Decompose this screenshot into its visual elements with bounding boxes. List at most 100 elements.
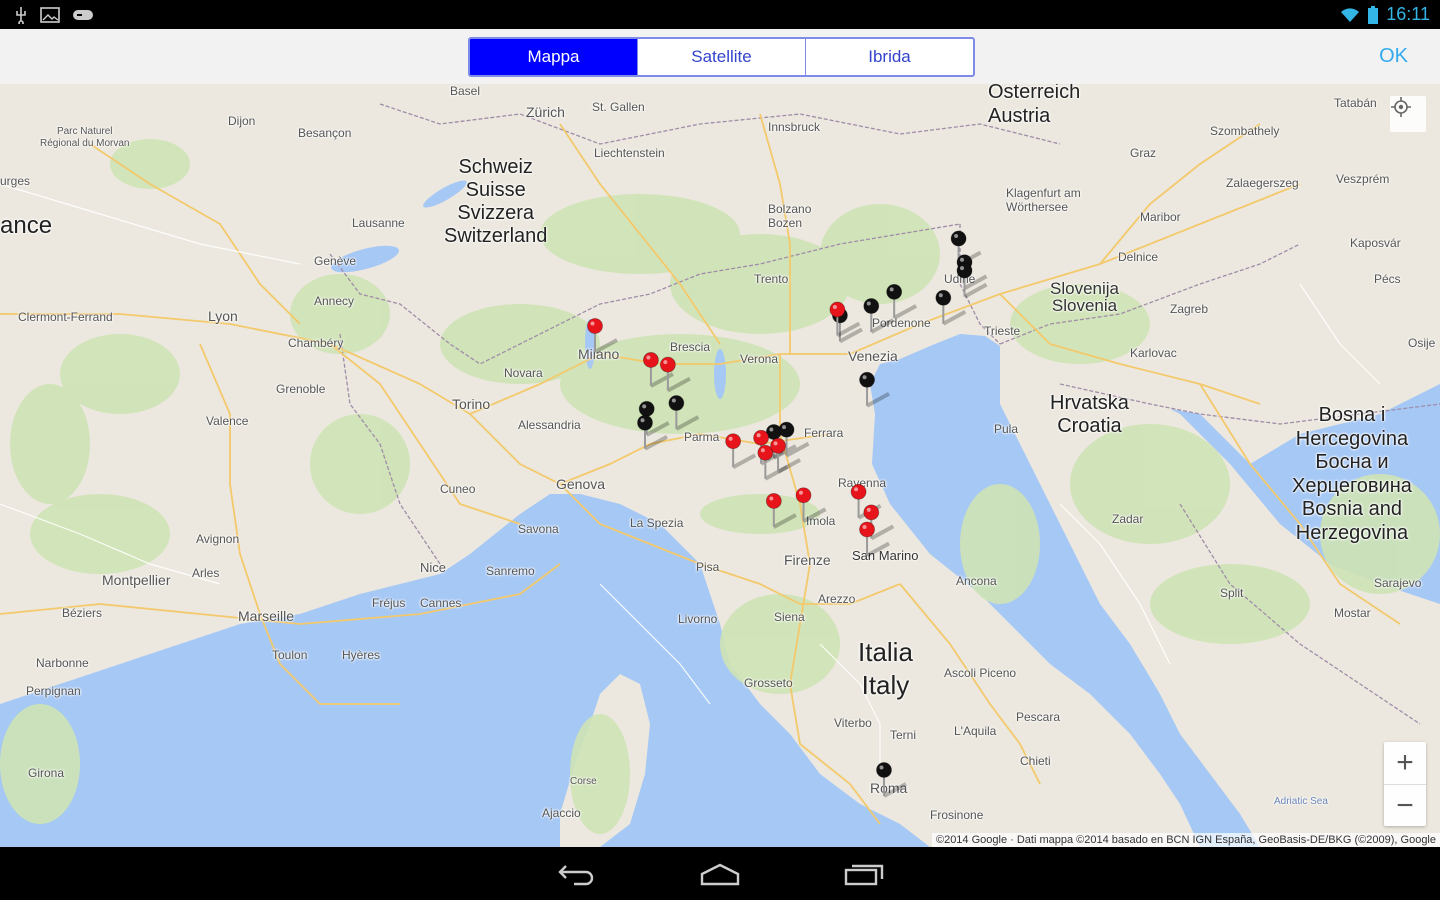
back-button[interactable] (546, 857, 606, 891)
red-pin-10-head (863, 504, 880, 521)
usb-icon (16, 7, 26, 24)
red-pin-3-highlight (728, 436, 733, 441)
red-pin-0[interactable] (587, 318, 618, 354)
red-pin-8-highlight (798, 490, 803, 495)
status-bar: 16:11 (0, 0, 1440, 29)
black-pin-9[interactable] (668, 395, 700, 431)
red-pin-8-shadow (802, 507, 827, 523)
ok-button[interactable]: OK (1379, 45, 1408, 68)
red-pin-8[interactable] (795, 487, 827, 523)
pins-layer (587, 230, 988, 798)
black-pin-4-head (886, 283, 903, 300)
red-pin-6-highlight (773, 441, 778, 446)
red-pin-9-head (850, 483, 867, 500)
back-icon (558, 865, 594, 886)
map-type-toolbar: Mappa Satellite Ibrida OK (0, 29, 1440, 85)
zoom-in-button[interactable]: + (1384, 742, 1426, 785)
black-pin-7[interactable] (859, 371, 891, 408)
red-pin-11-highlight (862, 524, 867, 529)
black-pin-4[interactable] (886, 283, 918, 320)
black-pin-13-head (876, 762, 892, 778)
black-pin-4-highlight (889, 287, 894, 292)
black-pin-3-highlight (938, 293, 943, 298)
red-pin-12-highlight (832, 305, 837, 310)
red-pin-3-shadow (732, 453, 757, 469)
zoom-out-button[interactable]: − (1384, 785, 1426, 827)
black-pin-0-head (950, 230, 967, 247)
wifi-icon (1341, 7, 1360, 22)
map-attribution: ©2014 Google · Dati mappa ©2014 basado e… (931, 833, 1440, 847)
black-pin-10-highlight (640, 418, 645, 423)
red-pin-7[interactable] (765, 493, 797, 529)
black-pin-12-head (778, 421, 795, 438)
red-pin-7-shadow (772, 513, 797, 529)
red-pin-2[interactable] (659, 356, 691, 393)
black-pin-4-shadow (893, 304, 918, 320)
red-pin-1-highlight (646, 355, 651, 360)
my-location-button[interactable] (1390, 96, 1426, 132)
status-icons-left (14, 6, 94, 24)
red-pin-1-head (643, 352, 659, 368)
black-pin-11-highlight (769, 427, 774, 432)
black-pin-13[interactable] (876, 762, 907, 798)
black-pin-13-highlight (879, 765, 884, 770)
tab-mappa[interactable]: Mappa (470, 39, 638, 75)
black-pin-1-highlight (960, 257, 965, 262)
red-pin-4-highlight (756, 433, 761, 438)
clock: 16:11 (1386, 4, 1430, 24)
red-pin-1-shadow (649, 372, 674, 388)
black-pin-10-shadow (644, 434, 668, 451)
battery-icon (1368, 5, 1379, 24)
navigation-bar (0, 847, 1440, 900)
red-pin-11-shadow (866, 541, 891, 558)
black-pin-9-shadow (675, 415, 700, 431)
black-pin-9-highlight (671, 398, 676, 403)
black-pin-5-head (863, 298, 880, 314)
black-pin-7-head (859, 371, 875, 388)
black-pin-8-highlight (642, 404, 647, 409)
black-pin-8-head (638, 400, 655, 417)
red-pin-6-head (770, 437, 786, 454)
red-pin-3[interactable] (725, 433, 757, 469)
red-pin-10-highlight (866, 507, 871, 512)
red-pin-0-shadow (594, 338, 618, 354)
black-pin-2-head (956, 262, 973, 279)
gamepad-icon (73, 10, 93, 20)
black-pin-5-shadow (870, 318, 895, 334)
red-pin-2-highlight (663, 360, 668, 365)
tab-satellite[interactable]: Satellite (638, 39, 806, 75)
status-icons-right: 16:11 (1340, 4, 1430, 25)
zoom-controls: + − (1384, 742, 1426, 826)
red-pin-0-head (587, 318, 603, 334)
black-pin-7-highlight (862, 375, 867, 380)
crosshair-icon (1391, 97, 1411, 117)
black-pin-5[interactable] (863, 298, 895, 334)
red-pin-3-head (725, 433, 742, 450)
tab-ibrida[interactable]: Ibrida (806, 39, 973, 75)
image-icon (40, 7, 60, 23)
black-pin-9-head (668, 395, 685, 411)
map-type-selector: Mappa Satellite Ibrida (468, 37, 975, 77)
red-pin-12-head (829, 301, 846, 318)
home-icon (700, 863, 740, 886)
black-pin-5-highlight (866, 301, 871, 306)
black-pin-13-shadow (883, 782, 907, 798)
black-pin-0-highlight (954, 234, 959, 239)
black-pin-2-highlight (960, 266, 965, 271)
black-pin-3[interactable] (935, 289, 967, 326)
black-pin-12-highlight (782, 425, 787, 430)
red-pin-6-shadow (777, 458, 802, 474)
recents-button[interactable] (834, 857, 894, 891)
black-pin-7-shadow (866, 392, 891, 408)
home-button[interactable] (690, 857, 750, 891)
black-pin-3-head (935, 289, 952, 306)
black-pin-3-shadow (942, 310, 967, 326)
red-pin-7-highlight (769, 496, 774, 501)
map-canvas[interactable]: Österreich Austria Schweiz Suisse Svizzera S… (0, 84, 1440, 847)
red-pin-11-head (859, 521, 875, 538)
red-pin-9-highlight (854, 487, 859, 492)
red-pin-2-shadow (666, 376, 691, 393)
red-pin-0-highlight (590, 321, 595, 326)
red-pin-7-head (765, 493, 782, 509)
black-pin-10-head (637, 414, 653, 431)
